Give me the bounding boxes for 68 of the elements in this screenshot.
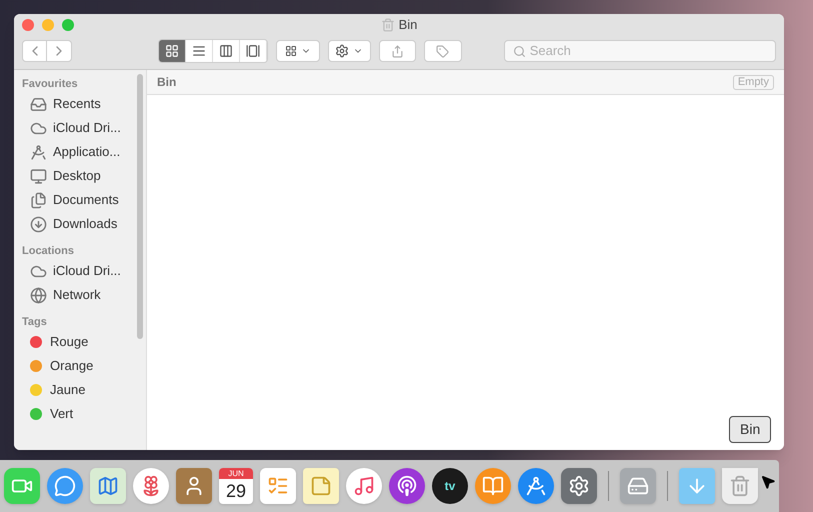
sidebar-item[interactable]: Jaune: [50, 380, 86, 400]
grid-icon: [165, 44, 180, 58]
sidebar-item[interactable]: Desktop: [53, 166, 101, 186]
view-button[interactable]: [159, 40, 186, 62]
calendar-month: JUN: [219, 468, 253, 479]
music-note-icon[interactable]: [346, 468, 382, 504]
sidebar-item[interactable]: Network: [53, 285, 101, 305]
view-button[interactable]: [240, 40, 268, 62]
trash-icon[interactable]: [722, 468, 758, 504]
sidebar-item[interactable]: Rouge: [50, 332, 88, 352]
back-button[interactable]: [22, 40, 47, 62]
path-title: Bin: [157, 74, 176, 91]
view-button[interactable]: [213, 40, 240, 62]
tv-app-icon[interactable]: tv: [432, 468, 468, 504]
search-field[interactable]: Search: [504, 40, 776, 62]
tooltip: Bin: [729, 416, 772, 443]
checklist-icon[interactable]: [260, 468, 296, 504]
mouse-pointer-icon: [760, 474, 776, 490]
person-icon[interactable]: [176, 468, 212, 504]
arrange-button[interactable]: [276, 40, 320, 62]
search-input[interactable]: Search: [530, 41, 767, 61]
tray-icon: [30, 96, 47, 112]
sidebar-item[interactable]: Documents: [53, 190, 119, 210]
columns-icon: [219, 44, 234, 58]
video-camera-icon[interactable]: [4, 468, 40, 504]
view-button[interactable]: [186, 40, 214, 62]
share-button[interactable]: [378, 40, 416, 62]
section-heading: Locations: [21, 244, 75, 259]
gear-icon: [335, 44, 350, 58]
gear-icon[interactable]: [561, 468, 597, 504]
grid-icon: [285, 45, 297, 57]
sidebar-item[interactable]: Downloads: [53, 214, 118, 234]
gallery-icon: [246, 44, 260, 58]
speech-bubble-icon[interactable]: [47, 468, 83, 504]
documents-icon: [30, 192, 47, 208]
sidebar-item[interactable]: Orange: [50, 356, 94, 376]
sidebar-item[interactable]: iCloud Dri...: [53, 261, 121, 281]
section-heading: Tags: [21, 315, 48, 330]
zoom-button[interactable]: [62, 19, 74, 31]
section-heading: Favourites: [21, 77, 79, 92]
map-icon[interactable]: [90, 468, 126, 504]
action-button[interactable]: [328, 40, 371, 62]
hard-drive-icon[interactable]: [620, 468, 656, 504]
sidebar-item[interactable]: Vert: [50, 404, 74, 424]
open-book-icon[interactable]: [475, 468, 511, 504]
monitor-icon: [30, 168, 47, 184]
window-title: Bin: [398, 16, 418, 34]
search-icon: [512, 44, 526, 58]
compass-icon: [30, 144, 47, 160]
sidebar-item[interactable]: Applicatio...: [53, 142, 120, 162]
tag-button[interactable]: [424, 40, 462, 62]
calendar-icon[interactable]: JUN 29: [219, 468, 253, 504]
app-store-icon[interactable]: [518, 468, 554, 504]
sidebar-item[interactable]: iCloud Dri...: [53, 118, 121, 138]
podcast-icon[interactable]: [389, 468, 425, 504]
calendar-day: 29: [219, 479, 253, 503]
flower-icon[interactable]: [133, 468, 169, 504]
forward-button[interactable]: [47, 40, 72, 62]
notepad-icon[interactable]: [303, 468, 339, 504]
sidebar-item[interactable]: Recents: [53, 94, 101, 114]
share-icon: [390, 44, 404, 58]
list-icon: [192, 44, 206, 58]
download-icon: [30, 216, 47, 232]
close-button[interactable]: [22, 19, 34, 31]
scrollbar-thumb[interactable]: [137, 74, 143, 339]
globe-icon: [30, 286, 47, 304]
tag-icon: [436, 44, 450, 58]
trash-icon: [380, 18, 395, 32]
